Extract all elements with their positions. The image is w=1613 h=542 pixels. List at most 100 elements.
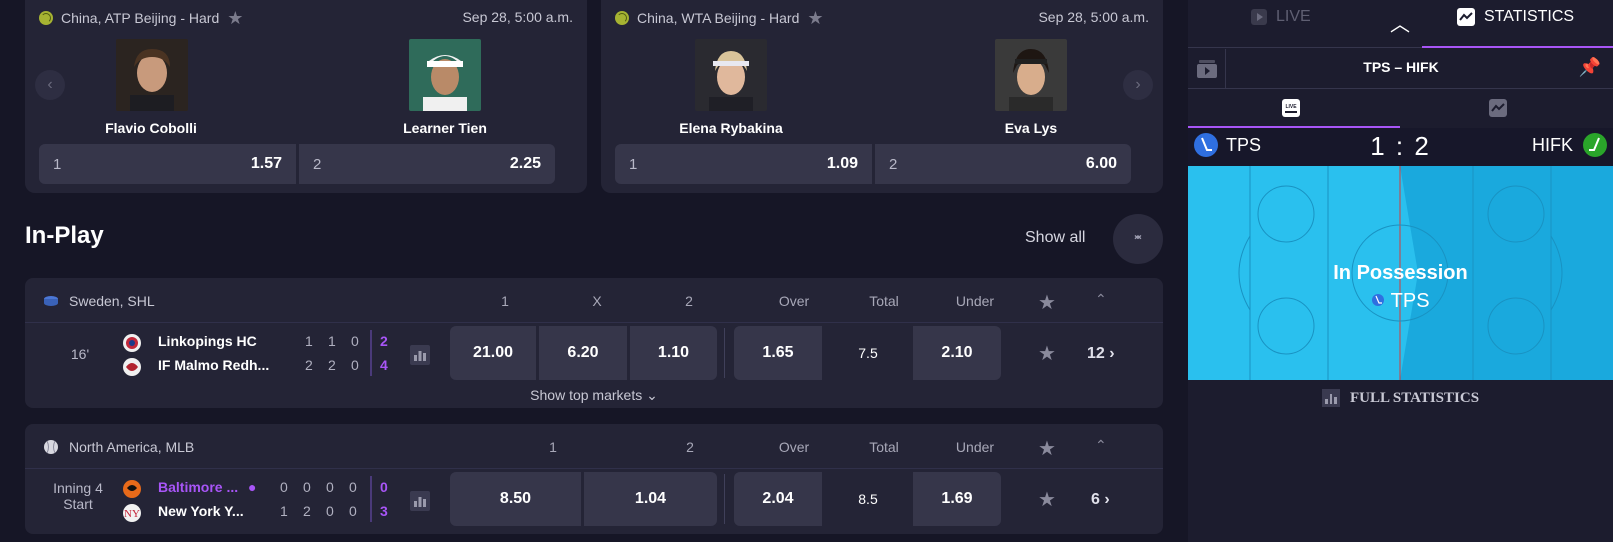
next-arrow-button[interactable]: › xyxy=(1123,70,1153,100)
tab-live-label: LIVE xyxy=(1276,8,1311,25)
inning-score: 0 xyxy=(303,479,311,495)
pin-icon[interactable]: 📌 xyxy=(1579,57,1601,78)
star-icon[interactable]: ★ xyxy=(1038,290,1056,315)
collapse-button[interactable]: ⌄ ⌃ xyxy=(1113,214,1163,264)
inning-score: 0 xyxy=(280,479,288,495)
active-tab-indicator xyxy=(1422,46,1613,48)
period-score: 0 xyxy=(351,357,359,373)
odd-button-2[interactable]: 2 6.00 xyxy=(875,144,1131,184)
player-photo xyxy=(409,39,481,111)
odd-button-over[interactable]: 2.04 xyxy=(734,472,822,526)
more-markets-button[interactable]: 6 › xyxy=(1091,491,1110,509)
odd-button-1[interactable]: 1 1.09 xyxy=(615,144,872,184)
odd-button-1[interactable]: 1 1.57 xyxy=(39,144,296,184)
odd-button-2[interactable]: 2 2.25 xyxy=(299,144,555,184)
odd-button-x[interactable]: 6.20 xyxy=(539,326,627,380)
league-name: North America, MLB xyxy=(69,439,195,455)
col-header-under: Under xyxy=(955,293,995,309)
chevron-up-icon[interactable]: ⌃ xyxy=(1095,291,1107,308)
player-photo xyxy=(995,39,1067,111)
league-name: Sweden, SHL xyxy=(69,293,155,309)
match-time: Inning 4 Start xyxy=(45,480,111,512)
stats-icon[interactable] xyxy=(410,345,430,365)
star-icon[interactable]: ★ xyxy=(807,9,823,27)
prev-arrow-button[interactable]: ‹ xyxy=(35,70,65,100)
col-header-1: 1 xyxy=(501,293,509,309)
star-icon[interactable]: ★ xyxy=(1038,341,1056,366)
show-top-label: Show top markets xyxy=(530,387,643,403)
odd-button-over[interactable]: 1.65 xyxy=(734,326,822,380)
odd-button-2[interactable]: 1.10 xyxy=(630,326,717,380)
show-all-link[interactable]: Show all xyxy=(1025,229,1085,247)
team1-name[interactable]: Linkopings HC xyxy=(158,333,257,349)
team2-name[interactable]: New York Y... xyxy=(158,503,244,519)
match-sidebar: LIVE ︿ STATISTICS TPS – HIFK 📌 LIVE TPS … xyxy=(1188,0,1613,542)
chevron-up-icon[interactable]: ⌃ xyxy=(1095,437,1107,454)
col-header-total: Total xyxy=(869,293,899,309)
possession-team: TPS xyxy=(1188,290,1613,313)
featured-match-card[interactable]: China, ATP Beijing - Hard ★ Sep 28, 5:00… xyxy=(25,0,587,193)
period-score: 2 xyxy=(328,357,336,373)
tab-live[interactable]: LIVE xyxy=(1250,8,1311,26)
odd-button-1[interactable]: 8.50 xyxy=(450,472,581,526)
inning-state: Start xyxy=(63,496,93,512)
odd-label: 2 xyxy=(889,155,898,173)
inning-score: 0 xyxy=(326,503,334,519)
divider xyxy=(724,328,725,378)
team-logo xyxy=(123,358,141,376)
inning-label: Inning 4 xyxy=(53,480,103,496)
league-block-mlb: North America, MLB 1 2 Over Total Under … xyxy=(25,424,1163,534)
league-header: Sweden, SHL 1 X 2 Over Total Under ★ ⌃ xyxy=(25,278,1163,323)
star-icon[interactable]: ★ xyxy=(227,9,243,27)
col-header-over: Over xyxy=(778,439,810,455)
player1-name: Flavio Cobolli xyxy=(105,120,197,136)
star-icon[interactable]: ★ xyxy=(1038,436,1056,461)
away-team-name: HIFK xyxy=(1531,135,1573,155)
main-content: China, ATP Beijing - Hard ★ Sep 28, 5:00… xyxy=(0,0,1188,542)
stats-icon[interactable] xyxy=(410,491,430,511)
hockey-stick-icon xyxy=(1372,294,1385,306)
odd-button-1[interactable]: 21.00 xyxy=(450,326,536,380)
tab-statistics[interactable]: STATISTICS xyxy=(1456,7,1574,27)
odd-label: 1 xyxy=(53,155,62,173)
col-header-over: Over xyxy=(778,293,810,309)
tennis-ball-icon xyxy=(615,11,629,25)
hockey-stick-icon xyxy=(1583,133,1607,157)
star-icon[interactable]: ★ xyxy=(1038,487,1056,512)
league-name: China, ATP Beijing - Hard xyxy=(61,10,220,26)
team1-name[interactable]: Baltimore ... ● xyxy=(158,479,257,495)
odd-button-2[interactable]: 1.04 xyxy=(584,472,717,526)
total-score: 2 xyxy=(380,333,388,349)
odd-value: 6.00 xyxy=(1085,155,1117,172)
live-icon[interactable]: LIVE xyxy=(1281,98,1301,118)
player1-name: Elena Rybakina xyxy=(679,120,783,136)
league-title: North America, MLB xyxy=(43,439,194,455)
video-icon[interactable] xyxy=(1188,49,1226,89)
chevron-up-icon[interactable]: ︿ xyxy=(1390,8,1410,37)
more-markets-button[interactable]: 12 › xyxy=(1087,345,1115,363)
odd-label: 2 xyxy=(313,155,322,173)
statistics-icon[interactable] xyxy=(1488,98,1508,118)
league-block-shl: Sweden, SHL 1 X 2 Over Total Under ★ ⌃ 1… xyxy=(25,278,1163,408)
tennis-ball-icon xyxy=(39,11,53,25)
baseball-icon xyxy=(44,440,58,454)
hockey-puck-icon xyxy=(44,296,58,306)
show-top-markets[interactable]: Show top markets ⌄ xyxy=(25,387,1163,404)
statistics-icon xyxy=(1457,8,1475,26)
divider xyxy=(724,474,725,524)
full-statistics-button[interactable]: FULL STATISTICS xyxy=(1188,382,1613,414)
period-score: 1 xyxy=(305,333,313,349)
inning-score: 0 xyxy=(349,503,357,519)
total-value: 8.5 xyxy=(825,472,911,526)
featured-match-card[interactable]: China, WTA Beijing - Hard ★ Sep 28, 5:00… xyxy=(601,0,1163,193)
possession-team-name: TPS xyxy=(1390,290,1430,312)
odd-button-under[interactable]: 2.10 xyxy=(913,326,1001,380)
chevron-down-icon: ⌄ xyxy=(646,387,658,403)
full-statistics-label: FULL STATISTICS xyxy=(1349,389,1480,406)
inplay-title: In-Play xyxy=(25,222,104,249)
odd-button-under[interactable]: 1.69 xyxy=(913,472,1001,526)
team2-name[interactable]: IF Malmo Redh... xyxy=(158,357,269,373)
svg-text:NY: NY xyxy=(124,508,140,520)
period-score: 1 xyxy=(328,333,336,349)
total-score: 0 xyxy=(380,479,388,495)
